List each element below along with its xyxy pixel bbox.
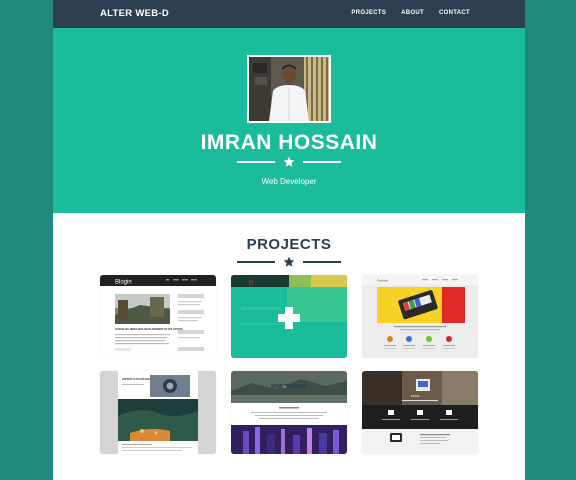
project-thumbnail: ARTIST'S PHOTOGRAPHY xyxy=(100,371,216,454)
brand-logo[interactable]: ALTER WEB-D xyxy=(100,8,169,19)
project-thumbnail: City xyxy=(231,371,347,454)
hero-subtitle: Web Developer xyxy=(261,177,317,186)
hero-name: IMRAN HOSSAIN xyxy=(200,131,378,154)
navbar: ALTER WEB-D PROJECTS ABOUT CONTACT xyxy=(53,0,525,28)
divider-line-left xyxy=(237,161,275,163)
divider-line-left xyxy=(237,261,275,263)
nav-links: PROJECTS ABOUT CONTACT xyxy=(351,10,470,16)
project-thumbnail: Blogin OUR BLOG NEWS DOLOR IN ANWERIT IN… xyxy=(100,275,216,358)
thumb-text: OUR BLOG NEWS DOLOR IN ANWERIT IN VOLUPT… xyxy=(115,327,183,331)
thumb-label: ||| xyxy=(249,280,253,286)
hero-divider xyxy=(53,156,525,168)
project-thumbnail: Mobile xyxy=(362,371,478,454)
star-icon xyxy=(283,256,295,267)
project-card-portfolio[interactable]: Portfolio xyxy=(362,275,478,358)
profile-photo-image xyxy=(249,57,329,121)
nav-link-projects[interactable]: PROJECTS xyxy=(351,10,386,16)
project-card-city[interactable]: City xyxy=(231,371,347,454)
divider-line-right xyxy=(303,261,341,263)
nav-link-contact[interactable]: CONTACT xyxy=(439,10,470,16)
thumb-label: Blogin xyxy=(115,280,132,286)
project-thumbnail: ||| xyxy=(231,275,347,358)
divider-line-right xyxy=(303,161,341,163)
profile-photo xyxy=(247,55,331,123)
project-card-blogin[interactable]: Blogin OUR BLOG NEWS DOLOR IN ANWERIT IN… xyxy=(100,275,216,358)
project-thumbnail: Portfolio xyxy=(362,275,478,358)
nav-link-about[interactable]: ABOUT xyxy=(401,10,424,16)
star-icon xyxy=(283,156,295,167)
page: ALTER WEB-D PROJECTS ABOUT CONTACT IMRAN… xyxy=(53,0,525,480)
project-card-mobile[interactable]: Mobile xyxy=(362,371,478,454)
projects-divider xyxy=(53,256,525,268)
projects-title: PROJECTS xyxy=(246,236,332,253)
hero-section: IMRAN HOSSAIN Web Developer xyxy=(53,28,525,213)
project-card-photography[interactable]: ARTIST'S PHOTOGRAPHY xyxy=(100,371,216,454)
thumb-label: Mobile xyxy=(411,394,420,398)
project-card-2[interactable]: ||| xyxy=(231,275,347,358)
thumb-label: City xyxy=(282,384,287,388)
thumb-label: Portfolio xyxy=(377,279,388,283)
